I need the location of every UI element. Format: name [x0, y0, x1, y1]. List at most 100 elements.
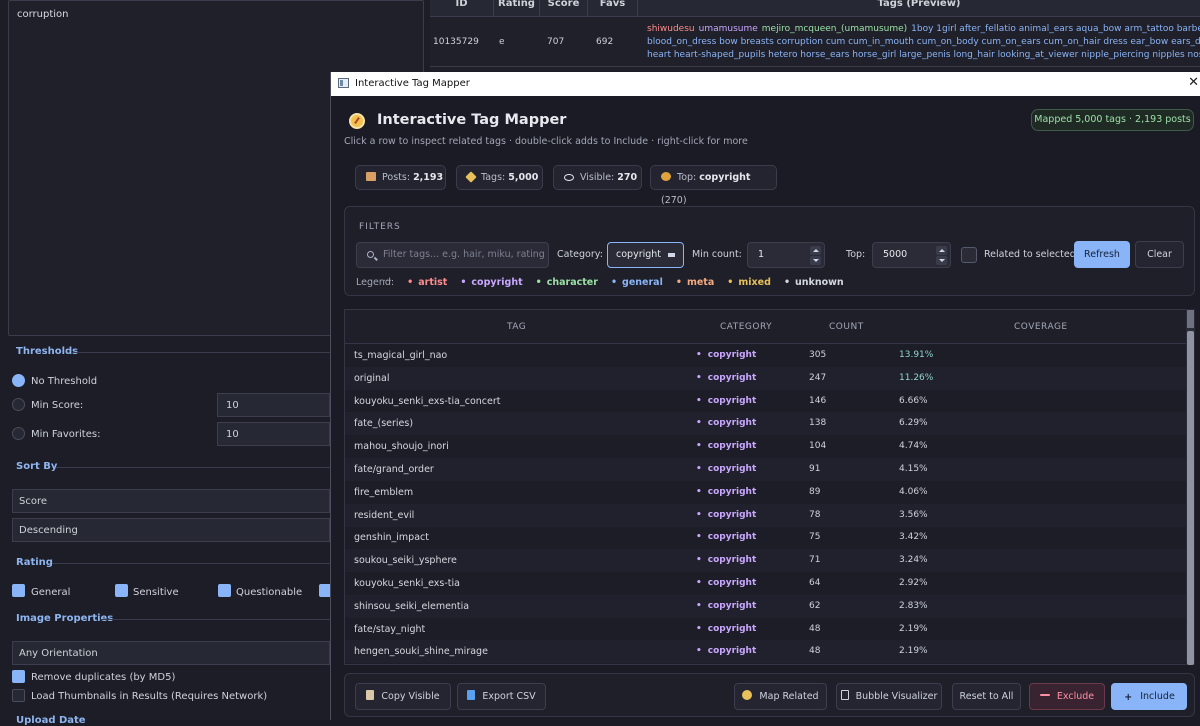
table-row[interactable]: ts_magical_girl_nao copyright 305 13.91%: [345, 344, 1186, 367]
cell-favs[interactable]: 692: [596, 37, 613, 47]
tag-search-input[interactable]: Filter tags... e.g. hair, miku, rating .…: [356, 242, 549, 284]
cell-tags-line-1[interactable]: shiwudesu umamusume mejiro_mcqueen_(umamus…: [647, 24, 1200, 34]
remove-duplicates-checkbox[interactable]: [12, 670, 25, 683]
col-category-header[interactable]: CATEGORY: [720, 322, 772, 332]
legend-item-general: general: [611, 277, 663, 288]
cell-tags-line-2[interactable]: blood_on_dress bow breasts corruption cu…: [647, 37, 1200, 47]
table-row[interactable]: fate/grand_order copyright 91 4.15%: [345, 458, 1186, 481]
table-row[interactable]: shinsou_seiki_elementia copyright 62 2.83%: [345, 594, 1186, 618]
min-favorites-field[interactable]: 10: [217, 422, 330, 446]
row-count: 48: [809, 646, 821, 657]
col-count-header[interactable]: COUNT: [829, 322, 864, 332]
min-count-spinbox[interactable]: 1: [747, 242, 825, 268]
table-row[interactable]: hengen_souki_shine_mirage copyright 48 2.19…: [345, 640, 1186, 664]
col-favs-header[interactable]: Favs: [588, 0, 638, 16]
medal-icon: [661, 172, 671, 181]
mapped-status-badge: Mapped 5,000 tags · 2,193 posts: [1031, 109, 1194, 131]
row-coverage: 11.26%: [899, 372, 934, 383]
table-row[interactable]: kouyoku_senki_exs-tia copyright 64 2.92%: [345, 572, 1186, 595]
legend-item-character: character: [536, 277, 598, 288]
table-row[interactable]: genshin_impact copyright 75 3.42%: [345, 526, 1186, 549]
row-count: 78: [809, 509, 821, 520]
selected-tag-text: corruption: [17, 9, 69, 20]
scroll-up-icon[interactable]: [1187, 310, 1194, 328]
sort-order-select[interactable]: Descending: [12, 518, 330, 542]
row-tag: shinsou_seiki_elementia: [354, 600, 470, 612]
cell-rating[interactable]: e: [499, 37, 505, 47]
legend-item-unknown: unknown: [784, 277, 844, 288]
top-spinbox[interactable]: 5000: [872, 242, 951, 268]
rating-general-checkbox[interactable]: [12, 584, 25, 597]
stat-tags-label: Tags:: [481, 172, 506, 183]
table-row[interactable]: soukou_seiki_ysphere copyright 71 3.24%: [345, 549, 1186, 573]
related-to-selected-label: Related to selected: [984, 249, 1076, 260]
map-related-label: Map Related: [759, 691, 819, 702]
rating-sensitive-checkbox[interactable]: [115, 584, 128, 597]
scrollbar-thumb[interactable]: [1187, 331, 1194, 665]
table-scrollbar[interactable]: [1186, 309, 1195, 665]
bubble-visualizer-button[interactable]: Bubble Visualizer: [836, 683, 942, 710]
table-row[interactable]: original copyright 247 11.26%: [345, 366, 1186, 390]
load-thumbnails-checkbox[interactable]: [12, 689, 25, 702]
orientation-select[interactable]: Any Orientation: [12, 641, 330, 665]
rating-general-label: General: [31, 587, 71, 598]
col-coverage-header[interactable]: COVERAGE: [1014, 322, 1068, 332]
stat-posts-value: 2,193: [413, 172, 444, 183]
col-tags-header[interactable]: Tags (Preview): [638, 0, 1200, 16]
include-button[interactable]: + Include: [1111, 683, 1187, 710]
reset-to-all-button[interactable]: Reset to All: [952, 683, 1021, 710]
category-label: Category:: [557, 249, 603, 260]
sort-field-select[interactable]: Score: [12, 489, 330, 513]
rating-questionable-checkbox[interactable]: [218, 584, 231, 597]
row-tag: mahou_shoujo_inori: [354, 441, 449, 453]
col-tag-header[interactable]: TAG: [507, 322, 526, 332]
spin-up-icon[interactable]: [936, 246, 947, 255]
table-row[interactable]: resident_evil copyright 78 3.56%: [345, 503, 1186, 527]
refresh-button[interactable]: Refresh: [1074, 241, 1130, 268]
col-rating-header[interactable]: Rating: [494, 0, 540, 16]
cell-score[interactable]: 707: [547, 37, 564, 47]
no-threshold-radio[interactable]: [12, 374, 25, 387]
row-coverage: 2.19%: [899, 646, 928, 657]
row-category: copyright: [696, 532, 757, 542]
col-score-header[interactable]: Score: [540, 0, 588, 16]
related-to-selected-checkbox[interactable]: [961, 247, 977, 263]
row-count: 48: [809, 623, 821, 634]
min-count-label: Min count:: [692, 249, 742, 260]
row-tag: hengen_souki_shine_mirage: [354, 646, 488, 658]
row-category: copyright: [696, 418, 757, 428]
table-row[interactable]: kouyoku_senki_exs-tia_concert copyright 14…: [345, 390, 1186, 413]
spin-down-icon[interactable]: [810, 256, 821, 265]
category-select[interactable]: copyright: [607, 242, 684, 268]
copy-visible-label: Copy Visible: [381, 691, 440, 702]
table-row[interactable]: fate_(series) copyright 138 6.29%: [345, 412, 1186, 436]
row-category: copyright: [696, 441, 757, 451]
row-coverage: 3.42%: [899, 532, 928, 543]
close-icon[interactable]: ✕: [1188, 75, 1199, 90]
top-label: Top:: [846, 249, 866, 260]
rating-sensitive-label: Sensitive: [133, 587, 179, 598]
cell-id[interactable]: 10135729: [433, 37, 479, 47]
export-csv-button[interactable]: Export CSV: [457, 683, 546, 710]
stat-visible-label: Visible:: [580, 172, 615, 183]
min-favorites-radio[interactable]: [12, 427, 25, 440]
clear-button[interactable]: Clear: [1135, 241, 1184, 268]
min-score-field[interactable]: 10: [217, 393, 330, 417]
min-score-radio[interactable]: [12, 398, 25, 411]
col-id-header[interactable]: ID: [430, 0, 494, 16]
map-related-button[interactable]: Map Related: [734, 683, 827, 710]
cell-tags-line-3[interactable]: heart heart-shaped_pupils hetero horse_e…: [647, 50, 1200, 60]
no-threshold-label: No Threshold: [31, 376, 98, 387]
stat-top-count: (270): [661, 195, 687, 206]
table-row[interactable]: fire_emblem copyright 89 4.06%: [345, 481, 1186, 504]
table-row[interactable]: mahou_shoujo_inori copyright 104 4.74%: [345, 435, 1186, 458]
dialog-titlebar[interactable]: Interactive Tag Mapper ✕: [331, 72, 1200, 96]
page-title: Interactive Tag Mapper: [377, 112, 567, 128]
spin-up-icon[interactable]: [810, 246, 821, 255]
table-row[interactable]: fate/stay_night copyright 48 2.19%: [345, 618, 1186, 641]
copy-visible-button[interactable]: Copy Visible: [355, 683, 451, 710]
spin-down-icon[interactable]: [936, 256, 947, 265]
exclude-button[interactable]: Exclude: [1029, 683, 1105, 710]
rating-explicit-checkbox[interactable]: [319, 584, 330, 597]
row-tag: original: [354, 372, 390, 384]
